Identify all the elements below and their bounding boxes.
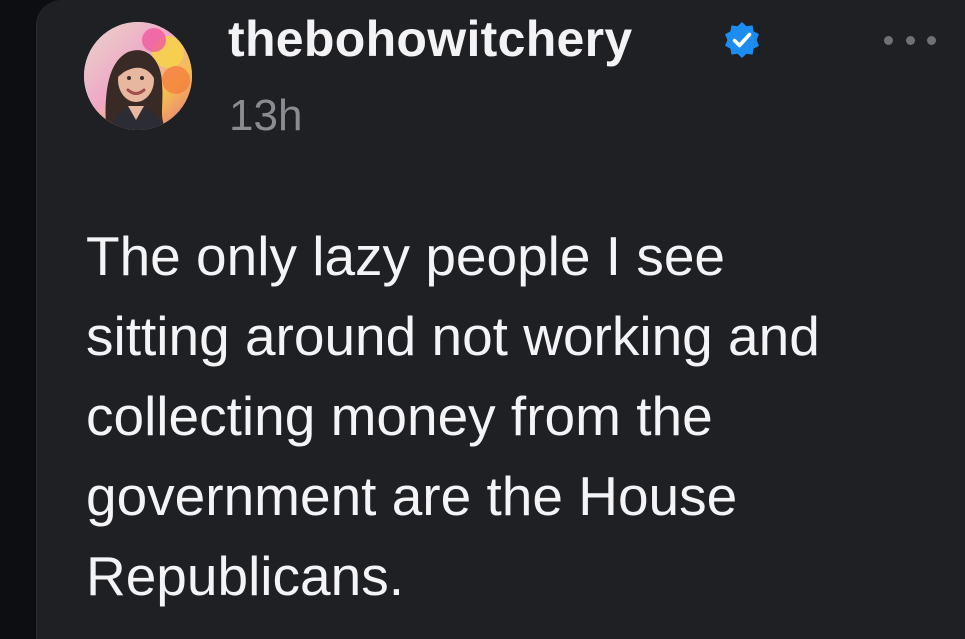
post-body: The only lazy people I see sitting aroun… bbox=[86, 216, 946, 616]
username[interactable]: thebohowitchery bbox=[228, 8, 633, 70]
more-horizontal-icon-dot bbox=[905, 35, 915, 45]
more-options-button[interactable] bbox=[884, 22, 936, 58]
post-body-line: collecting money from the bbox=[86, 385, 713, 447]
post-body-line: The only lazy people I see bbox=[86, 225, 725, 287]
more-horizontal-icon-dot bbox=[927, 35, 936, 45]
post-body-line: sitting around not working and bbox=[86, 305, 820, 367]
post-timestamp: 13h bbox=[229, 91, 303, 140]
avatar[interactable] bbox=[84, 22, 192, 130]
verified-badge-icon bbox=[725, 22, 759, 58]
profile-photo-icon bbox=[84, 22, 192, 130]
app-window: thebohowitchery 13h The only lazy people… bbox=[0, 0, 965, 639]
post-body-line: Republicans. bbox=[86, 545, 404, 607]
post-body-line: government are the House bbox=[86, 465, 738, 527]
more-horizontal-icon-dot bbox=[884, 35, 893, 45]
